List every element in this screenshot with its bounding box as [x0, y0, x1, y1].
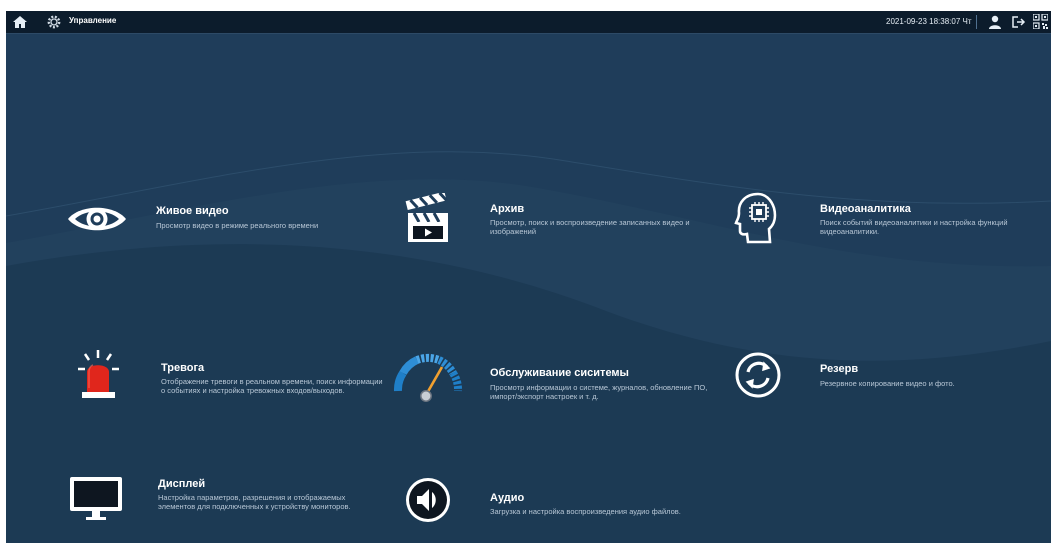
qr-code-icon[interactable] [1033, 14, 1048, 29]
logout-icon[interactable] [1010, 14, 1026, 30]
tile-description: Отображение тревоги в реальном времени, … [161, 377, 383, 395]
brain-head-icon [734, 192, 777, 244]
tile-description: Просмотр информации о системе, журналов,… [490, 383, 708, 401]
tile-description: Настройка параметров, разрешения и отобр… [158, 493, 351, 511]
tile-video-analytics[interactable]: Видеоаналитика Поиск событий видеоаналит… [734, 191, 1044, 251]
main-menu-screen: Управление 2021-09-23 18:38:07 Чт Живое … [6, 11, 1051, 543]
gauge-icon [393, 353, 463, 402]
speaker-icon [406, 478, 450, 522]
eye-icon [68, 207, 126, 231]
tile-title: Архив [490, 203, 525, 215]
tile-description: Просмотр видео в режиме реального времен… [156, 221, 319, 230]
tile-title: Дисплей [158, 478, 206, 490]
tile-description: Резервное копирование видео и фото. [820, 379, 955, 388]
topbar-divider [976, 15, 977, 29]
tile-display[interactable]: Дисплей Настройка параметров, разрешения… [68, 469, 388, 533]
clapperboard-icon [405, 193, 448, 242]
tile-description: Просмотр, поиск и воспроизведение записа… [490, 218, 690, 236]
tile-title: Видеоаналитика [820, 203, 911, 215]
background-waves [6, 151, 1051, 543]
top-bar: Управление 2021-09-23 18:38:07 Чт [6, 11, 1051, 34]
backup-sync-icon [735, 352, 781, 398]
tile-description: Поиск событий видеоаналитики и настройка… [820, 218, 1008, 236]
alarm-siren-icon [78, 350, 119, 398]
tile-alarm[interactable]: Тревога Отображение тревоги в реальном в… [71, 341, 391, 406]
home-icon[interactable] [12, 14, 28, 30]
tile-live-video[interactable]: Живое видео Просмотр видео в режиме реал… [61, 191, 381, 251]
tile-audio[interactable]: Аудио Загрузка и настройка воспроизведен… [404, 471, 724, 535]
tile-archive[interactable]: Архив Просмотр, поиск и воспроизведение … [404, 191, 724, 251]
tile-title: Резерв [820, 363, 859, 375]
tile-title: Обслуживание сиситемы [490, 367, 629, 379]
tile-title: Аудио [490, 492, 525, 504]
tile-system-maintenance[interactable]: Обслуживание сиситемы Просмотр информаци… [392, 341, 722, 406]
system-datetime: 2021-09-23 18:38:07 Чт [886, 17, 972, 26]
user-icon[interactable] [987, 14, 1003, 30]
tile-title: Живое видео [156, 205, 229, 217]
gear-icon[interactable] [46, 14, 62, 30]
tile-description: Загрузка и настройка воспроизведения ауд… [490, 507, 681, 516]
page-title: Управление [69, 16, 117, 25]
monitor-icon [70, 477, 122, 520]
tile-title: Тревога [161, 362, 205, 374]
tile-backup[interactable]: Резерв Резервное копирование видео и фот… [734, 349, 1044, 405]
